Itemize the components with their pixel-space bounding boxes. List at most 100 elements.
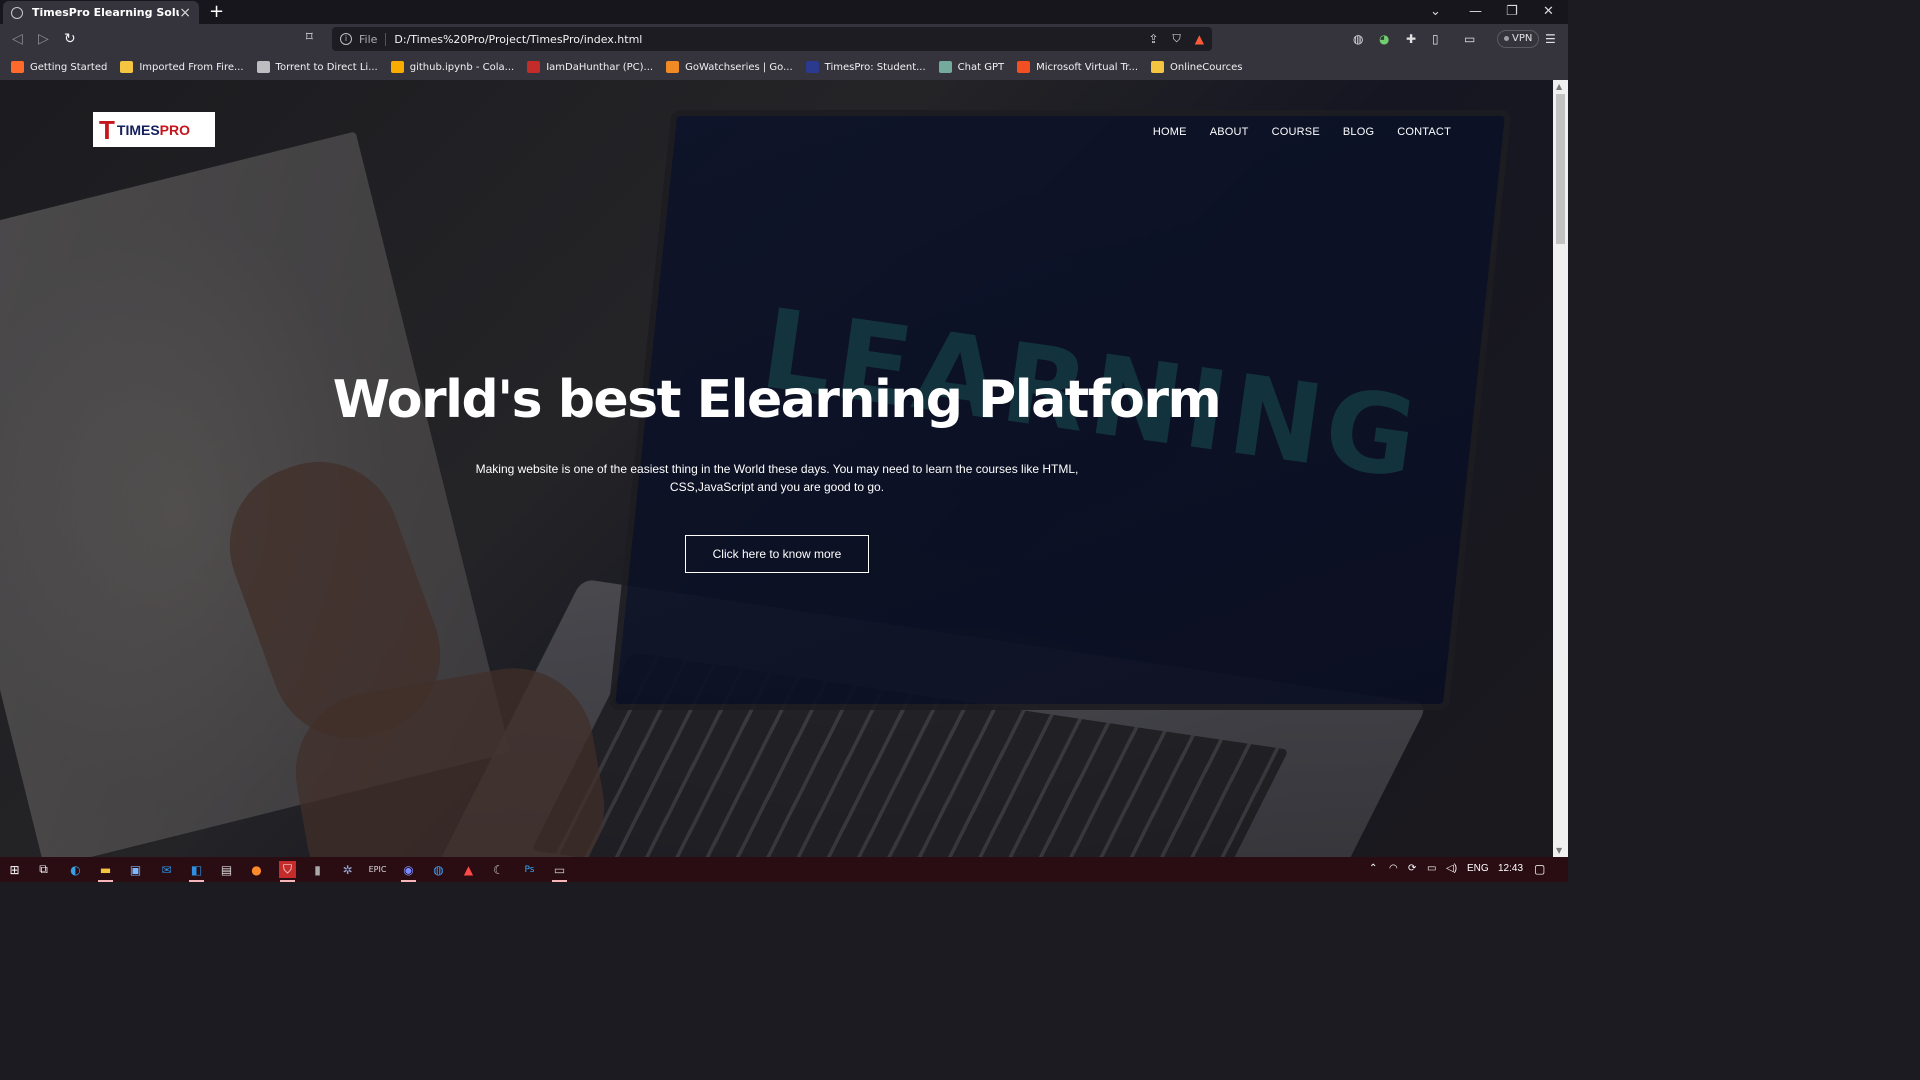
bookmark-label: OnlineCources (1170, 61, 1243, 73)
scroll-down-arrow-icon[interactable]: ▼ (1556, 846, 1562, 855)
hero-title: World's best Elearning Platform (332, 370, 1222, 430)
epic-launcher-icon[interactable]: EPIC (369, 861, 387, 878)
address-bar[interactable]: i File D:/Times%20Pro/Project/TimesPro/i… (332, 27, 1212, 51)
bookmark-item[interactable]: IamDaHunthar (PC)... (527, 61, 653, 73)
new-tab-button[interactable]: + (209, 2, 224, 22)
firefox-icon[interactable]: ● (248, 861, 265, 878)
nav-blog[interactable]: BLOG (1343, 126, 1374, 138)
windows-start-icon[interactable]: ⊞ (6, 861, 23, 878)
translate-icon[interactable]: ◍ (1353, 31, 1363, 47)
browser-tab-strip: TimesPro Elearning Solutions × + ⌄ — ❐ ✕ (0, 0, 1568, 24)
reload-button[interactable]: ↻ (64, 30, 76, 48)
bookmark-item[interactable]: Microsoft Virtual Tr... (1017, 61, 1138, 73)
bookmark-item[interactable]: github.ipynb - Cola... (390, 61, 515, 73)
tab-close-icon[interactable]: × (179, 6, 191, 20)
close-window-button[interactable]: ✕ (1543, 2, 1554, 22)
tray-expand-icon[interactable]: ⌃ (1369, 862, 1377, 876)
gowatch-icon (666, 61, 680, 73)
colab-icon (390, 61, 404, 73)
app-icon[interactable]: ✲ (339, 861, 356, 878)
epic-games-icon[interactable]: ▤ (218, 861, 235, 878)
brave-shields-icon[interactable]: ⛉ (1173, 32, 1181, 46)
logo-text-times: TIMES (116, 121, 160, 138)
tab-title: TimesPro Elearning Solutions (32, 6, 179, 19)
task-view-icon[interactable]: ⧉ (35, 861, 52, 878)
bookmark-label: TimesPro: Student... (824, 61, 926, 73)
chatgpt-icon (938, 61, 952, 73)
nav-about[interactable]: ABOUT (1210, 126, 1249, 138)
battery-icon[interactable]: ▭ (1427, 862, 1436, 876)
bookmark-label: Microsoft Virtual Tr... (1036, 61, 1139, 73)
file-explorer-icon[interactable]: ▬ (97, 861, 114, 882)
minimize-button[interactable]: — (1469, 2, 1482, 22)
volume-icon[interactable]: ◁) (1446, 862, 1457, 876)
bookmark-item[interactable]: Getting Started (11, 61, 107, 73)
bookmarks-bar: Getting Started Imported From Fire... Torr… (0, 54, 1568, 80)
browser-tab[interactable]: TimesPro Elearning Solutions × (3, 1, 199, 24)
bookmark-label: IamDaHunthar (PC)... (546, 61, 654, 73)
brave-icon[interactable]: ⛉ (279, 861, 296, 882)
forward-button[interactable]: ▷ (38, 30, 49, 48)
bookmark-item[interactable]: OnlineCources (1151, 61, 1242, 73)
adobe-icon[interactable]: ▲ (460, 861, 477, 878)
bookmark-label: github.ipynb - Cola... (409, 61, 515, 73)
nav-contact[interactable]: CONTACT (1397, 126, 1451, 138)
site-info-icon[interactable]: i (340, 33, 352, 45)
bookmark-page-icon[interactable]: ⌑ (306, 30, 313, 45)
sync-icon[interactable]: ⟳ (1408, 862, 1416, 876)
edge-icon[interactable]: ◐ (67, 861, 84, 878)
discord-icon[interactable]: ◉ (400, 861, 417, 882)
share-icon[interactable]: ⇪ (1148, 32, 1158, 46)
url-text[interactable]: D:/Times%20Pro/Project/TimesPro/index.ht… (394, 33, 1148, 46)
logo-text-pro: PRO (159, 121, 191, 138)
logo-mark: T (99, 114, 115, 145)
photoshop-icon[interactable]: Ps (521, 861, 538, 878)
scrollbar-thumb[interactable] (1556, 94, 1565, 244)
bookmark-item[interactable]: Imported From Fire... (120, 61, 244, 73)
vpn-label: VPN (1512, 33, 1533, 44)
bookmark-label: GoWatchseries | Go... (685, 61, 793, 73)
timespro-logo[interactable]: T TIMES PRO (93, 112, 215, 147)
globe-icon (256, 61, 270, 73)
menu-icon[interactable]: ☰ (1545, 31, 1556, 47)
outlook-icon[interactable]: ◧ (188, 861, 205, 882)
game-icon (527, 61, 541, 73)
app-blue-icon[interactable]: ◍ (430, 861, 447, 878)
scroll-up-arrow-icon[interactable]: ▲ (1556, 82, 1562, 91)
sidebar-icon[interactable]: ▯ (1432, 31, 1439, 47)
nav-home[interactable]: HOME (1153, 126, 1187, 138)
vpn-button[interactable]: VPN (1497, 30, 1540, 48)
extensions-puzzle-icon[interactable]: ✚ (1406, 31, 1416, 47)
timespro-icon (805, 61, 819, 73)
tab-list-chevron-icon[interactable]: ⌄ (1430, 2, 1441, 22)
bookmark-label: Torrent to Direct Li... (275, 61, 378, 73)
restore-button[interactable]: ❐ (1506, 2, 1518, 22)
know-more-button[interactable]: Click here to know more (685, 535, 869, 573)
notifications-icon[interactable]: ▢ (1534, 862, 1545, 876)
bookmark-item[interactable]: Torrent to Direct Li... (256, 61, 378, 73)
folder-icon (1151, 61, 1165, 73)
app-window-icon[interactable]: ▭ (551, 861, 568, 882)
back-button[interactable]: ◁ (12, 30, 23, 48)
wallet-icon[interactable]: ▭ (1464, 31, 1475, 47)
extension-color-icon[interactable]: ◕ (1379, 31, 1389, 47)
bookmark-label: Chat GPT (957, 61, 1005, 73)
bookmark-item[interactable]: Chat GPT (938, 61, 1005, 73)
page-scrollbar[interactable]: ▲ ▼ (1553, 80, 1568, 857)
windows-taskbar: ⊞ ⧉ ◐ ▬ ▣ ✉ ◧ ▤ ● ⛉ ▮ ✲ EPIC ◉ ◍ ▲ ☾ Ps … (0, 857, 1568, 882)
bookmark-label: Getting Started (30, 61, 108, 73)
globe-icon (11, 6, 23, 19)
nav-course[interactable]: COURSE (1272, 126, 1320, 138)
mouse-app-icon[interactable]: ▮ (309, 861, 326, 878)
bookmark-item[interactable]: TimesPro: Student... (805, 61, 926, 73)
store-icon[interactable]: ▣ (127, 861, 144, 878)
browser-toolbar: ◁ ▷ ↻ ⌑ i File D:/Times%20Pro/Project/Ti… (0, 24, 1568, 54)
network-icon[interactable]: ◠ (1389, 862, 1398, 876)
mail-icon[interactable]: ✉ (158, 861, 175, 878)
clock[interactable]: 12:43 (1498, 862, 1523, 876)
page-viewport: LEARNING T TIMES PRO HOME ABOUT COURSE B… (0, 80, 1553, 857)
brave-rewards-icon[interactable]: ▲ (1195, 32, 1204, 46)
language-indicator[interactable]: ENG (1467, 862, 1489, 876)
app-c-icon[interactable]: ☾ (490, 861, 507, 878)
bookmark-item[interactable]: GoWatchseries | Go... (666, 61, 793, 73)
